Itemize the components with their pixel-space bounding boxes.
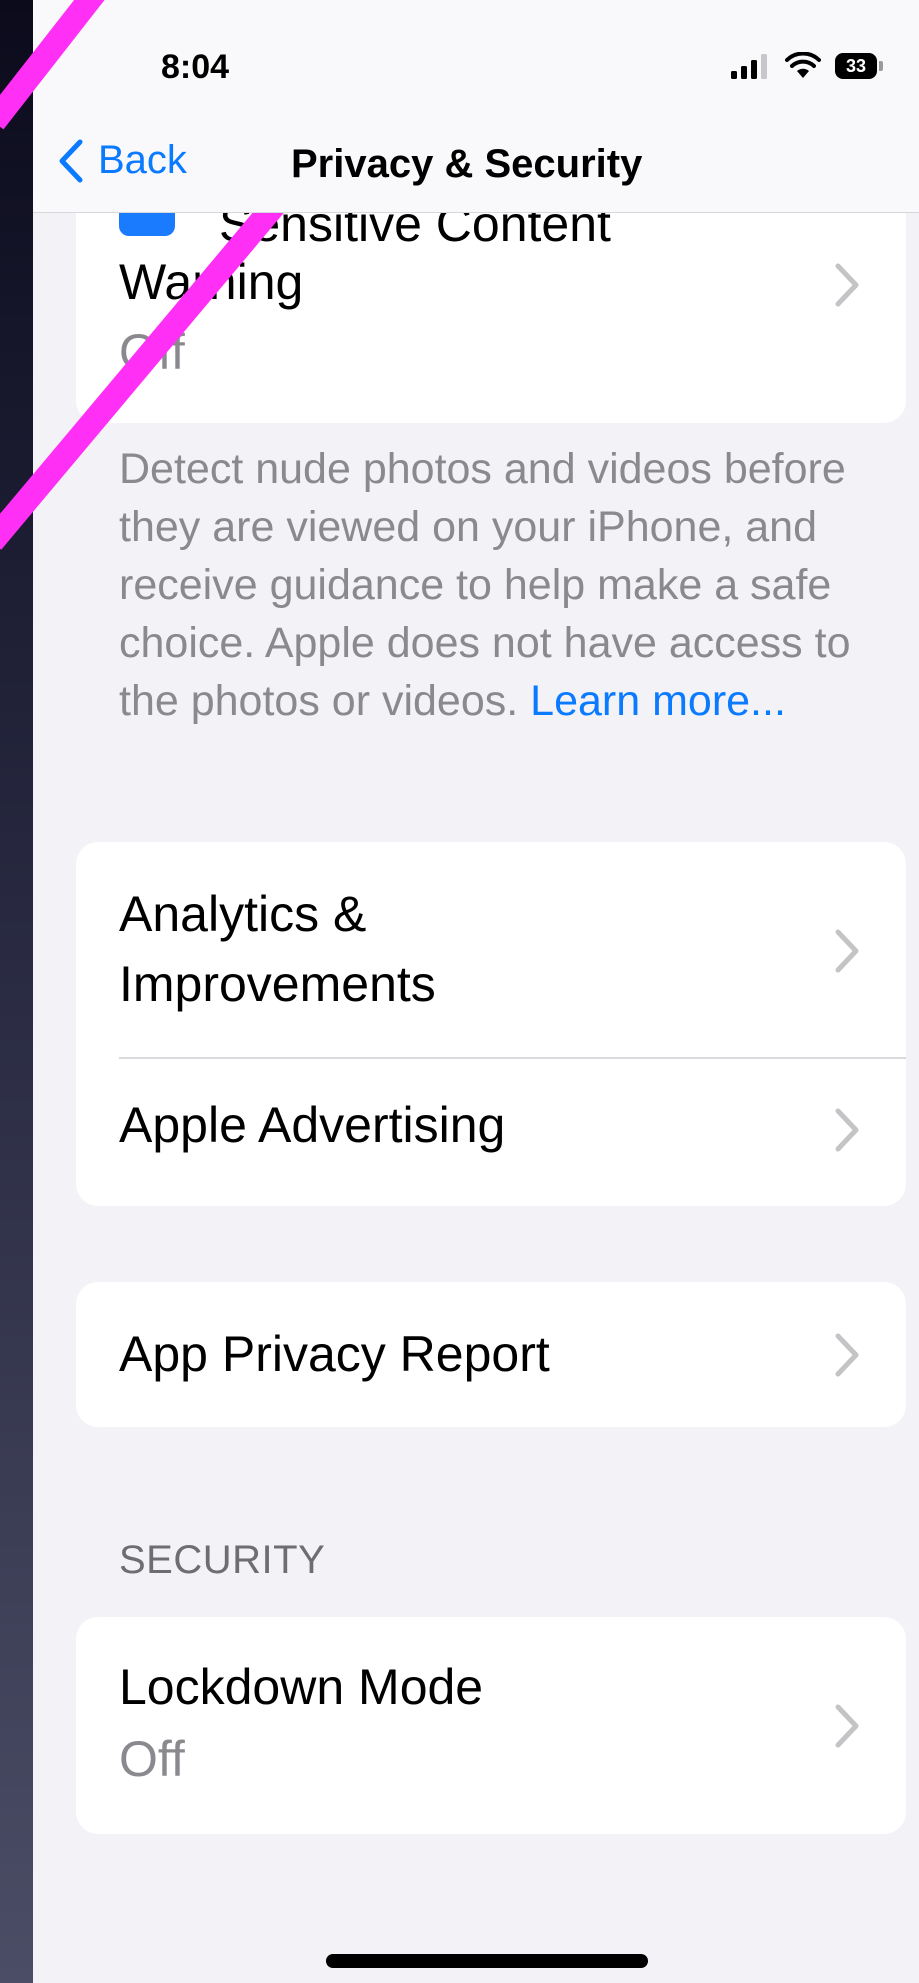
- app-privacy-report-group: App Privacy Report: [76, 1282, 906, 1427]
- sensitive-content-footnote: Detect nude photos and videos before the…: [119, 440, 879, 730]
- chevron-right-icon: [835, 1704, 859, 1748]
- lockdown-mode-value: Off: [119, 1731, 185, 1787]
- status-time: 8:04: [161, 48, 230, 86]
- apple-advertising-label: Apple Advertising: [119, 1097, 506, 1153]
- battery-icon: 33: [835, 53, 883, 79]
- learn-more-link[interactable]: Learn more...: [530, 677, 786, 725]
- back-button[interactable]: Back: [58, 138, 187, 183]
- cellular-signal-icon: [731, 54, 767, 79]
- security-group: Lockdown Mode Off: [76, 1617, 906, 1834]
- apple-advertising-row[interactable]: Apple Advertising: [76, 1059, 906, 1206]
- wifi-icon: [785, 52, 821, 78]
- page-title: Privacy & Security: [291, 142, 643, 186]
- chevron-right-icon: [835, 1108, 859, 1152]
- lockdown-mode-title: Lockdown Mode: [119, 1659, 484, 1715]
- status-icons: 33: [731, 52, 883, 80]
- chevron-left-icon: [59, 139, 83, 182]
- status-bar: 8:04 33: [33, 0, 919, 140]
- lockdown-mode-row[interactable]: Lockdown Mode Off: [76, 1617, 906, 1834]
- chevron-right-icon: [835, 929, 859, 973]
- security-section-header: SECURITY: [119, 1538, 326, 1582]
- app-privacy-report-label: App Privacy Report: [119, 1326, 550, 1382]
- chevron-right-icon: [835, 263, 859, 307]
- home-indicator[interactable]: [326, 1954, 648, 1968]
- navigation-bar: Back Privacy & Security: [33, 120, 919, 213]
- chevron-right-icon: [835, 1333, 859, 1377]
- phone-screen: Sensitive Content Warning Off Detect nud…: [33, 0, 919, 1983]
- app-privacy-report-row[interactable]: App Privacy Report: [76, 1282, 906, 1427]
- analytics-advertising-group: Analytics & Improvements Apple Advertisi…: [76, 842, 906, 1206]
- back-button-label: Back: [98, 138, 187, 182]
- analytics-title-line1: Analytics &: [119, 886, 367, 942]
- battery-percentage: 33: [845, 56, 867, 76]
- analytics-title-line2: Improvements: [119, 956, 436, 1012]
- analytics-improvements-row[interactable]: Analytics & Improvements: [76, 842, 906, 1057]
